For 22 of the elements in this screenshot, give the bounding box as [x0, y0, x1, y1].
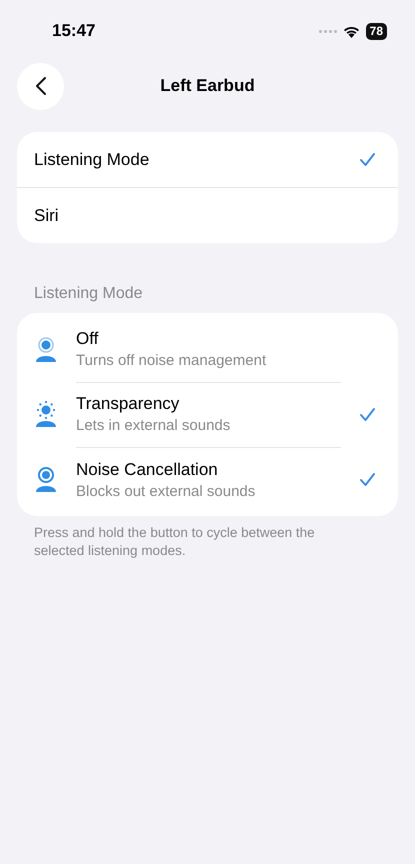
mode-title[interactable]: Off [76, 329, 341, 349]
mode-title[interactable]: Noise Cancellation [76, 460, 341, 480]
mode-title[interactable]: Transparency [76, 394, 341, 414]
option-label: Listening Mode [34, 150, 150, 170]
battery-level: 78 [366, 22, 387, 40]
signal-icon [318, 30, 337, 32]
option-row[interactable]: Siri [17, 188, 398, 243]
mode-description: Lets in external sounds [76, 417, 232, 434]
status-time: 15:47 [52, 21, 96, 41]
person-icon [34, 466, 58, 493]
wifi-icon [342, 24, 360, 38]
person-icon [34, 401, 58, 428]
option-label: Siri [34, 206, 59, 226]
person-icon [34, 336, 58, 363]
mode-description: Turns off noise management [76, 352, 268, 369]
back-icon [34, 76, 46, 96]
back-button[interactable] [17, 62, 64, 110]
footer-note: Press and hold the button to cycle between the selected listening modes. [34, 524, 316, 560]
option-row[interactable]: Listening Mode [17, 132, 398, 188]
section-header: Listening Mode [34, 285, 144, 304]
mode-description: Blocks out external sounds [76, 482, 256, 500]
page-title: Left Earbud [160, 76, 255, 95]
